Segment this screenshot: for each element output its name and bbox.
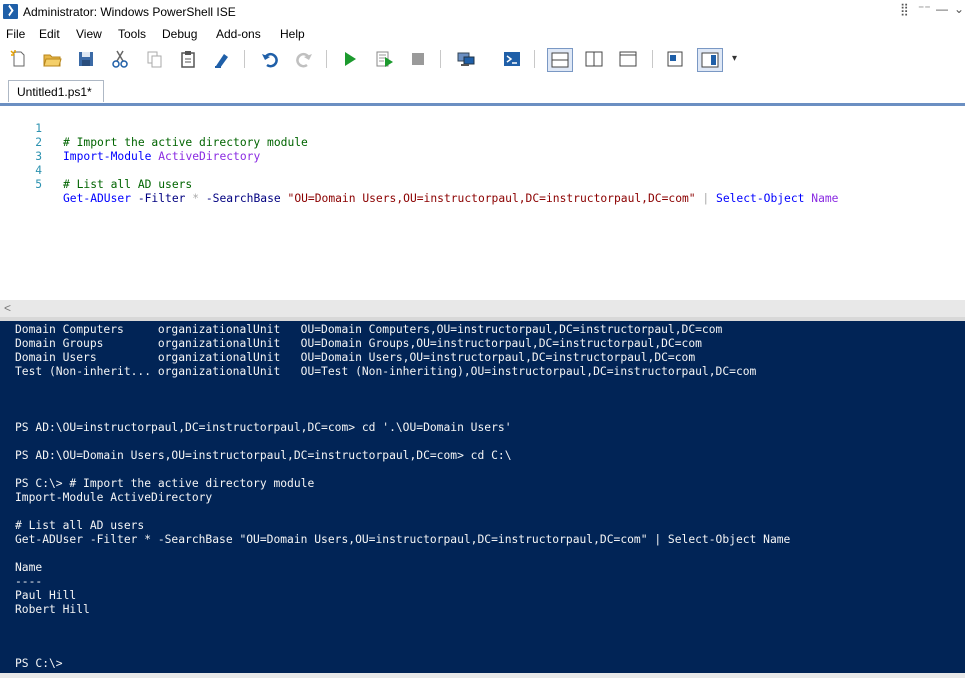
remote-powershell-icon[interactable]	[456, 49, 476, 69]
console-line: Domain Users organizationalUnit OU=Domai…	[15, 351, 696, 364]
cut-icon[interactable]	[110, 49, 130, 69]
menu-bar: File Edit View Tools Debug Add-ons Help	[0, 26, 965, 44]
show-script-pane-top-icon[interactable]	[547, 48, 573, 72]
show-script-pane-maximized-icon[interactable]	[618, 49, 638, 69]
code-command: Select-Object	[716, 192, 805, 205]
title-bar: Administrator: Windows PowerShell ISE ⣿ …	[0, 0, 965, 26]
toolbar-separator	[652, 50, 653, 68]
menu-tools[interactable]: Tools	[118, 27, 146, 41]
toolbar-overflow-icon[interactable]: ▾	[732, 53, 737, 64]
menu-file[interactable]: File	[6, 27, 25, 41]
line-number: 5	[35, 178, 42, 191]
code-argument: ActiveDirectory	[158, 150, 261, 163]
powershell-app-icon	[3, 4, 18, 19]
start-powershell-icon[interactable]	[502, 49, 522, 69]
open-file-icon[interactable]	[42, 49, 62, 69]
toolbar-separator	[326, 50, 327, 68]
chevron-down-icon[interactable]: ⌄	[954, 2, 964, 16]
show-command-addon-icon[interactable]	[697, 48, 723, 72]
code-argument: Name	[811, 192, 839, 205]
console-line: Robert Hill	[15, 603, 90, 616]
clear-console-icon[interactable]	[212, 49, 232, 69]
grid-icon[interactable]: ⣿	[900, 2, 909, 16]
editor-line: 4 # List all AD users	[0, 150, 192, 191]
run-selection-icon[interactable]	[374, 49, 394, 69]
console-line: Test (Non-inherit... organizationalUnit …	[15, 365, 757, 378]
code-comment: # Import the active directory module	[63, 136, 308, 149]
code-string: "OU=Domain Users,OU=instructorpaul,DC=in…	[287, 192, 696, 205]
code-parameter: -Filter	[137, 192, 186, 205]
editor-line: 3	[0, 136, 42, 163]
stop-icon[interactable]	[408, 49, 428, 69]
menu-view[interactable]: View	[76, 27, 102, 41]
toolbar-separator	[440, 50, 441, 68]
redo-icon[interactable]	[294, 49, 314, 69]
console-pane[interactable]: Domain Computers organizationalUnit OU=D…	[0, 321, 965, 673]
script-editor[interactable]: 1 # Import the active directory module 2…	[0, 106, 965, 300]
code-operator: *	[192, 192, 200, 205]
scroll-left-icon[interactable]: <	[4, 301, 11, 315]
console-line: Domain Groups organizationalUnit OU=Doma…	[15, 337, 702, 350]
console-line: PS AD:\OU=instructorpaul,DC=instructorpa…	[15, 421, 512, 434]
console-line: PS AD:\OU=Domain Users,OU=instructorpaul…	[15, 449, 512, 462]
restore-icon[interactable]: ⁻⁻	[918, 2, 931, 16]
editor-horizontal-scrollbar[interactable]: <	[0, 300, 965, 317]
console-line: Import-Module ActiveDirectory	[15, 491, 213, 504]
run-script-icon[interactable]	[340, 49, 360, 69]
console-line: Get-ADUser -Filter * -SearchBase "OU=Dom…	[15, 533, 791, 546]
console-line: Name	[15, 561, 43, 574]
editor-line: 2 Import-Module ActiveDirectory	[0, 122, 260, 163]
toolbar-separator	[534, 50, 535, 68]
toolbar-separator	[244, 50, 245, 68]
menu-edit[interactable]: Edit	[39, 27, 60, 41]
window-title: Administrator: Windows PowerShell ISE	[23, 5, 236, 19]
console-line: ----	[15, 575, 43, 588]
menu-add-ons[interactable]: Add-ons	[216, 27, 261, 41]
undo-icon[interactable]	[260, 49, 280, 69]
copy-icon[interactable]	[144, 49, 164, 69]
status-bar	[0, 673, 965, 678]
minimize-icon[interactable]: —	[936, 2, 948, 16]
script-tab-strip: Untitled1.ps1*	[0, 74, 965, 104]
save-icon[interactable]	[76, 49, 96, 69]
code-pipe: |	[702, 192, 710, 205]
code-comment: # List all AD users	[63, 178, 193, 191]
code-command: Import-Module	[63, 150, 152, 163]
console-line: PS C:\> # Import the active directory mo…	[15, 477, 315, 490]
console-line: Domain Computers organizationalUnit OU=D…	[15, 323, 723, 336]
editor-line: 1 # Import the active directory module	[0, 108, 308, 149]
tab-untitled1[interactable]: Untitled1.ps1*	[8, 80, 104, 102]
console-prompt[interactable]: PS C:\>	[15, 657, 63, 671]
menu-help[interactable]: Help	[280, 27, 305, 41]
console-line: Paul Hill	[15, 589, 77, 602]
console-line: # List all AD users	[15, 519, 145, 532]
show-command-window-icon[interactable]	[665, 49, 685, 69]
new-file-icon[interactable]	[9, 49, 29, 69]
code-parameter: -SearchBase	[205, 192, 281, 205]
editor-line: 5 Get-ADUser -Filter * -SearchBase "OU=D…	[0, 164, 838, 205]
code-command: Get-ADUser	[63, 192, 132, 205]
show-script-pane-right-icon[interactable]	[584, 49, 604, 69]
paste-icon[interactable]	[178, 49, 198, 69]
menu-debug[interactable]: Debug	[162, 27, 197, 41]
toolbar: ▾	[0, 44, 965, 74]
